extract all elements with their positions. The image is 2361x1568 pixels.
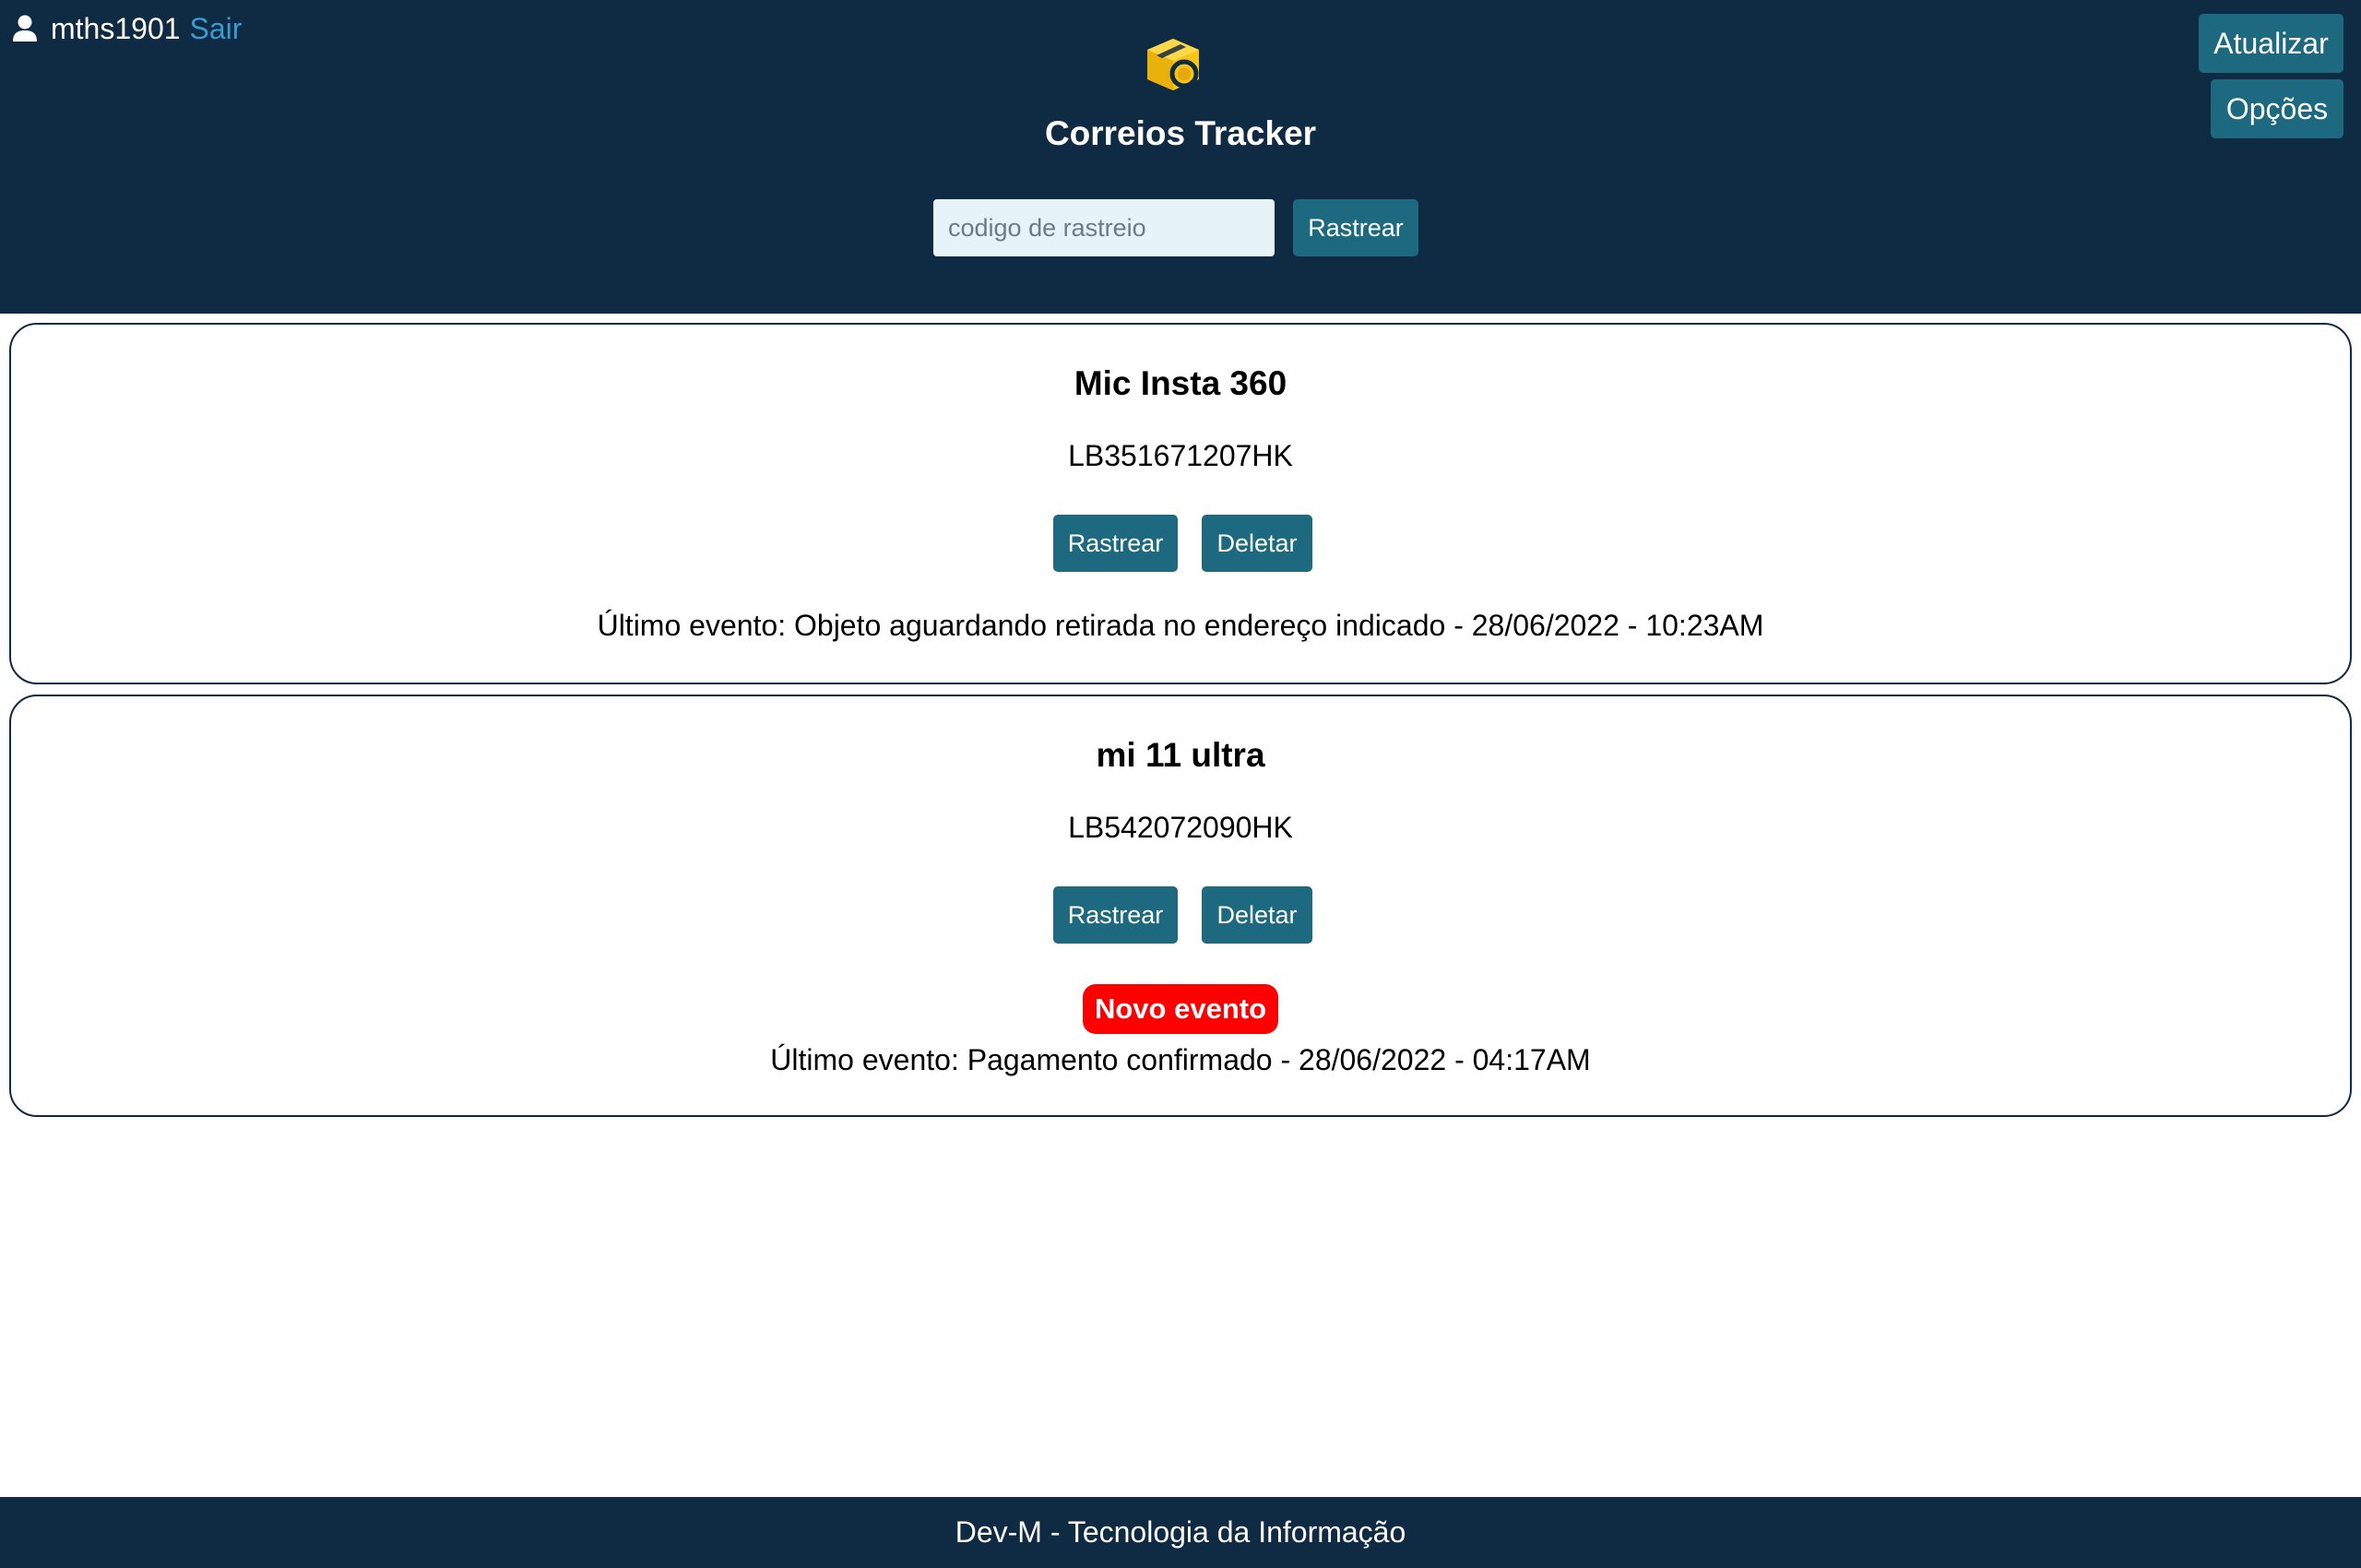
header: mths1901 Sair Correios Tracker Rastrear … <box>0 0 2361 314</box>
tracking-code-input[interactable] <box>933 199 1275 256</box>
package-name: mi 11 ultra <box>1096 736 1265 774</box>
track-package-button[interactable]: Rastrear <box>1053 515 1178 572</box>
delete-package-button[interactable]: Deletar <box>1202 515 1312 572</box>
delete-package-button[interactable]: Deletar <box>1202 886 1312 944</box>
package-card: Mic Insta 360 LB351671207HK Rastrear Del… <box>9 323 2352 684</box>
track-package-button[interactable]: Rastrear <box>1053 886 1178 944</box>
tracking-code: LB542072090HK <box>1068 811 1293 844</box>
update-button[interactable]: Atualizar <box>2199 14 2343 73</box>
footer: Dev-M - Tecnologia da Informação <box>0 1497 2361 1568</box>
options-button[interactable]: Opções <box>2211 79 2343 138</box>
user-area: mths1901 Sair <box>12 7 242 50</box>
new-event-badge: Novo evento <box>1083 984 1278 1034</box>
footer-text: Dev-M - Tecnologia da Informação <box>955 1515 1406 1549</box>
package-search-logo <box>1147 39 1210 101</box>
package-card: mi 11 ultra LB542072090HK Rastrear Delet… <box>9 695 2352 1117</box>
logout-link[interactable]: Sair <box>190 12 243 46</box>
track-search-button[interactable]: Rastrear <box>1293 199 1418 256</box>
user-icon <box>13 15 37 42</box>
tracking-code: LB351671207HK <box>1068 439 1293 472</box>
last-event-text: Último evento: Pagamento confirmado - 28… <box>770 1043 1591 1076</box>
last-event-text: Último evento: Objeto aguardando retirad… <box>597 609 1764 642</box>
package-name: Mic Insta 360 <box>1074 364 1287 402</box>
app-title: Correios Tracker <box>1044 114 1317 152</box>
username: mths1901 <box>51 11 181 45</box>
